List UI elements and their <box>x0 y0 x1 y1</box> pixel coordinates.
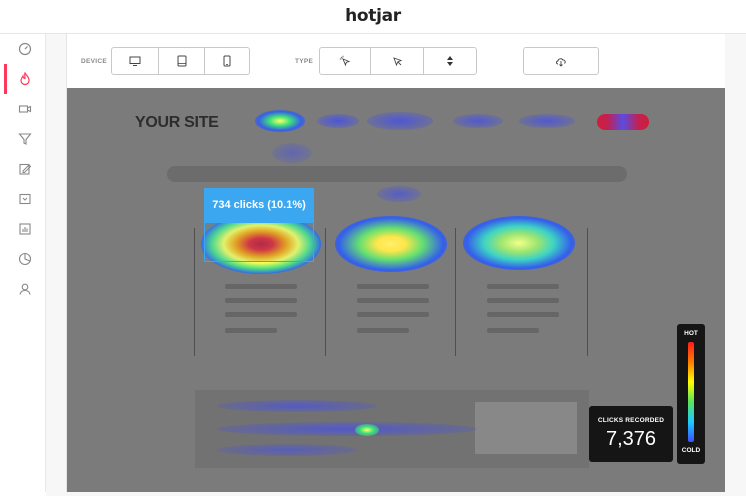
download-button[interactable] <box>524 48 598 74</box>
text-line <box>487 328 539 333</box>
desktop-icon <box>129 56 141 66</box>
hotjar-logo[interactable]: hotjar <box>0 6 746 26</box>
move-heatmap-button[interactable] <box>371 48 424 74</box>
tablet-icon <box>177 55 186 67</box>
device-label: DEVICE <box>81 58 108 65</box>
heatmap-canvas[interactable]: YOUR SITE 734 clicks (10.1%) CLICKS RECO… <box>67 88 725 492</box>
dashboard-icon <box>18 42 32 56</box>
cta-heat-button <box>597 114 649 130</box>
heat-blob <box>217 444 357 456</box>
heat-blob <box>272 143 312 163</box>
funnels-icon <box>18 133 32 145</box>
column-divider <box>325 228 326 356</box>
scroll-heatmap-button[interactable] <box>424 48 476 74</box>
clicks-recorded-value: 7,376 <box>605 428 657 450</box>
app-header: hotjar <box>0 0 746 34</box>
sidebar-item-users[interactable] <box>4 274 46 304</box>
sidebar-item-polls[interactable] <box>4 184 46 214</box>
clicks-recorded-panel: CLICKS RECORDED 7,376 <box>589 406 673 462</box>
text-line <box>357 312 429 317</box>
sidebar-item-forms[interactable] <box>4 154 46 184</box>
heat-blob <box>217 400 377 412</box>
analytics-pie-icon <box>18 252 32 266</box>
hero-bar <box>167 166 627 182</box>
heat-blob-warm <box>335 216 447 272</box>
text-line <box>487 312 559 317</box>
type-button-group <box>319 47 477 75</box>
recordings-camera-icon <box>18 105 32 113</box>
sidebar-item-dashboard[interactable] <box>4 34 46 64</box>
legend-hot-label: HOT <box>684 330 698 337</box>
sidebar-item-recordings[interactable] <box>4 94 46 124</box>
sidebar-item-reports[interactable] <box>4 214 46 244</box>
type-label: TYPE <box>295 58 314 65</box>
legend-cold-label: COLD <box>681 447 701 454</box>
text-line <box>225 328 277 333</box>
heat-legend: HOT COLD <box>677 324 705 464</box>
column-divider <box>194 228 195 356</box>
cloud-download-icon <box>556 58 566 67</box>
nav-heat-blob <box>453 114 503 128</box>
text-line <box>357 328 409 333</box>
scroll-icon <box>447 56 453 66</box>
nav-heat-blob <box>317 114 359 128</box>
column-divider <box>587 228 588 356</box>
nav-heat-blob <box>519 114 575 128</box>
legend-gradient <box>688 342 694 442</box>
reports-chart-icon <box>19 223 31 235</box>
users-icon <box>19 283 31 295</box>
desktop-button[interactable] <box>112 48 159 74</box>
footer-image <box>475 402 577 454</box>
site-title: YOUR SITE <box>135 114 219 131</box>
sidebar-item-analytics[interactable] <box>4 244 46 274</box>
text-line <box>225 312 297 317</box>
sidebar-item-funnels[interactable] <box>4 124 46 154</box>
heatmap-panel: DEVICE TYPE YOUR SITE 734 clicks (10.1%)… <box>66 34 725 492</box>
heat-blob-warm <box>463 216 575 270</box>
sidebar <box>4 34 46 492</box>
heat-blob <box>217 422 477 436</box>
column-divider <box>455 228 456 356</box>
logo-text: hotjar <box>345 6 401 26</box>
forms-edit-icon <box>19 163 32 175</box>
text-line <box>357 284 429 289</box>
click-heatmap-button[interactable] <box>320 48 371 74</box>
heatmap-toolbar: DEVICE TYPE <box>67 34 725 88</box>
tablet-button[interactable] <box>159 48 205 74</box>
click-icon <box>339 55 351 67</box>
sidebar-item-heatmaps[interactable] <box>4 64 46 94</box>
phone-icon <box>223 55 231 67</box>
text-line <box>225 298 297 303</box>
heat-blob <box>355 424 379 436</box>
clicks-recorded-label: CLICKS RECORDED <box>597 417 665 424</box>
heat-blob <box>377 186 421 202</box>
move-icon <box>393 57 403 67</box>
hover-highlight <box>204 222 314 262</box>
nav-heat-blob <box>255 110 305 132</box>
text-line <box>487 298 559 303</box>
text-line <box>487 284 559 289</box>
device-button-group <box>111 47 250 75</box>
heatmap-flame-icon <box>20 72 30 86</box>
polls-icon <box>19 193 31 205</box>
clicks-tooltip: 734 clicks (10.1%) <box>204 188 314 222</box>
phone-button[interactable] <box>205 48 249 74</box>
nav-heat-blob <box>367 112 433 130</box>
text-line <box>225 284 297 289</box>
download-button-group <box>523 47 599 75</box>
text-line <box>357 298 429 303</box>
main-frame: DEVICE TYPE YOUR SITE 734 clicks (10.1%)… <box>46 34 746 496</box>
